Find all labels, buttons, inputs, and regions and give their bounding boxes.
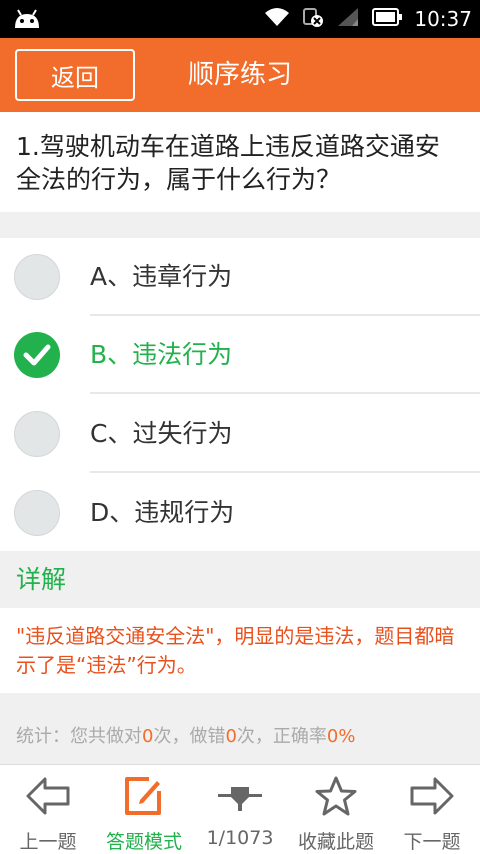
arrow-right-icon xyxy=(409,775,455,817)
question-text: 1.驾驶机动车在道路上违反道路交通安全法的行为，属于什么行为？ xyxy=(0,112,480,212)
option-label: A、违章行为 xyxy=(90,262,233,291)
sim-missing-icon xyxy=(302,6,324,32)
app-header: 返回 顺序练习 xyxy=(0,38,480,112)
nav-label: 答题模式 xyxy=(105,831,182,853)
back-button[interactable]: 返回 xyxy=(15,49,135,101)
option-label: C、过失行为 xyxy=(90,419,233,448)
stats-label: 次，正确率 xyxy=(236,726,327,747)
wrong-count: 0 xyxy=(225,726,237,747)
answer-options: A、违章行为 B、违法行为 C、过失行为 D、违规行为 xyxy=(0,238,480,551)
star-icon xyxy=(313,775,359,817)
bottom-nav: 上一题 答题模式 1/1073 收藏此题 下一题 xyxy=(0,764,480,854)
pin-icon xyxy=(217,775,263,817)
prev-question-button[interactable]: 上一题 xyxy=(0,765,96,854)
option-label: D、违规行为 xyxy=(90,498,235,527)
battery-icon xyxy=(372,8,403,30)
checkmark-icon xyxy=(14,332,60,378)
accuracy-rate: 0% xyxy=(326,726,356,747)
status-bar: 10:37 xyxy=(0,0,480,38)
option-c[interactable]: C、过失行为 xyxy=(0,395,480,473)
radio-unchecked-icon xyxy=(14,411,60,457)
stats-label: 统计：您共做对 xyxy=(16,726,142,747)
next-question-button[interactable]: 下一题 xyxy=(384,765,480,854)
divider xyxy=(0,212,480,238)
stats-area: 统计：您共做对0次，做错0次，正确率0% xyxy=(0,693,480,764)
explanation-text: "违反道路交通安全法"，明显的是违法，题目都暗示了是“违法”行为。 xyxy=(0,608,480,693)
stats-line: 统计：您共做对0次，做错0次，正确率0% xyxy=(16,722,355,748)
edit-icon xyxy=(121,775,167,817)
answer-mode-button[interactable]: 答题模式 xyxy=(96,765,192,854)
progress-label: 1/1073 xyxy=(206,827,274,849)
correct-count: 0 xyxy=(142,726,154,747)
nav-label: 上一题 xyxy=(19,831,77,853)
nav-label: 下一题 xyxy=(403,831,461,853)
wifi-icon xyxy=(264,7,290,31)
clock: 10:37 xyxy=(414,7,472,31)
radio-unchecked-icon xyxy=(14,254,60,300)
explanation-header: 详解 xyxy=(0,551,480,608)
nav-label: 收藏此题 xyxy=(297,831,374,853)
signal-icon xyxy=(336,7,360,31)
divider xyxy=(90,471,480,473)
option-a[interactable]: A、违章行为 xyxy=(0,238,480,316)
question-index-button[interactable]: 1/1073 xyxy=(192,765,288,854)
android-icon xyxy=(12,8,42,34)
option-b[interactable]: B、违法行为 xyxy=(0,316,480,394)
option-d[interactable]: D、违规行为 xyxy=(0,474,480,552)
radio-unchecked-icon xyxy=(14,490,60,536)
explanation-title: 详解 xyxy=(16,565,67,594)
option-label: B、违法行为 xyxy=(90,340,233,369)
divider xyxy=(90,392,480,394)
stats-label: 次，做错 xyxy=(153,726,226,747)
arrow-left-icon xyxy=(25,775,71,817)
favorite-button[interactable]: 收藏此题 xyxy=(288,765,384,854)
